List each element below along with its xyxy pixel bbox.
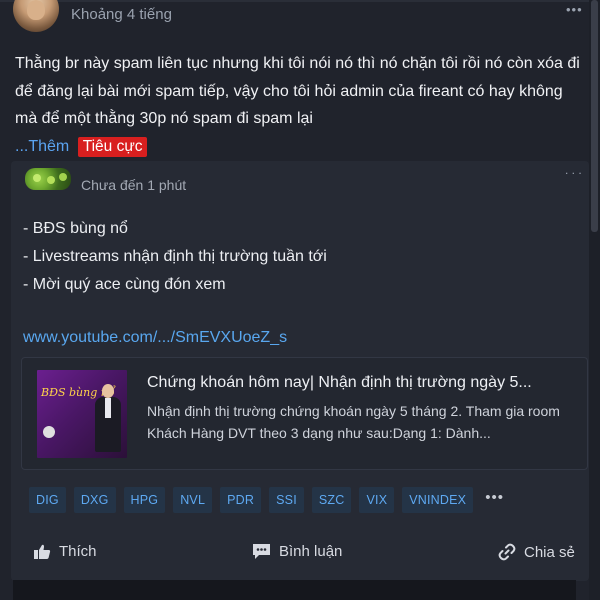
- shared-post-line: - Livestreams nhận định thị trường tuần …: [23, 248, 327, 265]
- stock-tag[interactable]: SZC: [311, 487, 352, 513]
- like-button[interactable]: Thích: [33, 543, 97, 560]
- post-menu-dots-icon[interactable]: •••: [566, 2, 583, 17]
- share-button[interactable]: Chia sẻ: [498, 543, 575, 561]
- shared-author-avatar[interactable]: [25, 168, 71, 190]
- stock-tag[interactable]: NVL: [173, 487, 213, 513]
- preview-description: Nhận định thị trường chứng khoán ngày 5 …: [147, 403, 560, 441]
- stock-tag[interactable]: VIX: [359, 487, 395, 513]
- more-tags-icon[interactable]: •••: [481, 487, 508, 513]
- comment-label: Bình luận: [279, 543, 343, 560]
- next-post-edge: [13, 580, 576, 600]
- action-bar: Thích Bình luận Chia sẻ: [11, 533, 589, 575]
- post-text: Thằng br này spam liên tục nhưng khi tôi…: [15, 55, 580, 127]
- shared-post-card: Chưa đến 1 phút . . . - BĐS bùng nổ - Li…: [11, 161, 589, 581]
- post-body: Thằng br này spam liên tục nhưng khi tôi…: [15, 50, 585, 160]
- author-avatar[interactable]: [13, 0, 59, 32]
- share-label: Chia sẻ: [524, 543, 575, 561]
- stock-tag[interactable]: SSI: [269, 487, 304, 513]
- channel-logo-icon: [43, 426, 55, 438]
- link-preview-card[interactable]: BĐS bùng nổ Chứng khoán hôm nay| Nhận đị…: [21, 357, 588, 470]
- shared-post-line: - Mời quý ace cùng đón xem: [23, 276, 226, 293]
- youtube-link[interactable]: www.youtube.com/.../SmEVXUoeZ_s: [23, 329, 287, 347]
- header-strip: [0, 0, 600, 2]
- shared-post-timestamp: Chưa đến 1 phút: [81, 177, 187, 193]
- shared-post-menu-dots-icon[interactable]: . . .: [565, 163, 582, 177]
- comment-button[interactable]: Bình luận: [252, 543, 342, 560]
- stock-tag[interactable]: VNINDEX: [402, 487, 474, 513]
- more-prefix: ...: [15, 137, 29, 155]
- show-more-link[interactable]: Thêm: [28, 138, 69, 155]
- stock-tag[interactable]: DIG: [29, 487, 66, 513]
- shared-post-line: - BĐS bùng nổ: [23, 220, 128, 237]
- thumbs-up-icon: [34, 544, 51, 559]
- presenter-image: [95, 384, 121, 452]
- stock-tag[interactable]: DXG: [73, 487, 116, 513]
- stock-tag[interactable]: PDR: [220, 487, 262, 513]
- stock-tag-list: DIG DXG HPG NVL PDR SSI SZC VIX VNINDEX …: [29, 487, 508, 513]
- stock-tag[interactable]: HPG: [123, 487, 166, 513]
- video-thumbnail[interactable]: BĐS bùng nổ: [37, 370, 127, 458]
- scrollbar-thumb[interactable]: [591, 0, 598, 232]
- share-link-icon: [498, 543, 516, 561]
- sentiment-badge: Tiêu cực: [77, 136, 148, 157]
- preview-title[interactable]: Chứng khoán hôm nay| Nhận định thị trườn…: [147, 374, 532, 392]
- comment-icon: [253, 544, 270, 559]
- post-timestamp: Khoảng 4 tiếng: [71, 6, 172, 23]
- like-label: Thích: [59, 543, 97, 560]
